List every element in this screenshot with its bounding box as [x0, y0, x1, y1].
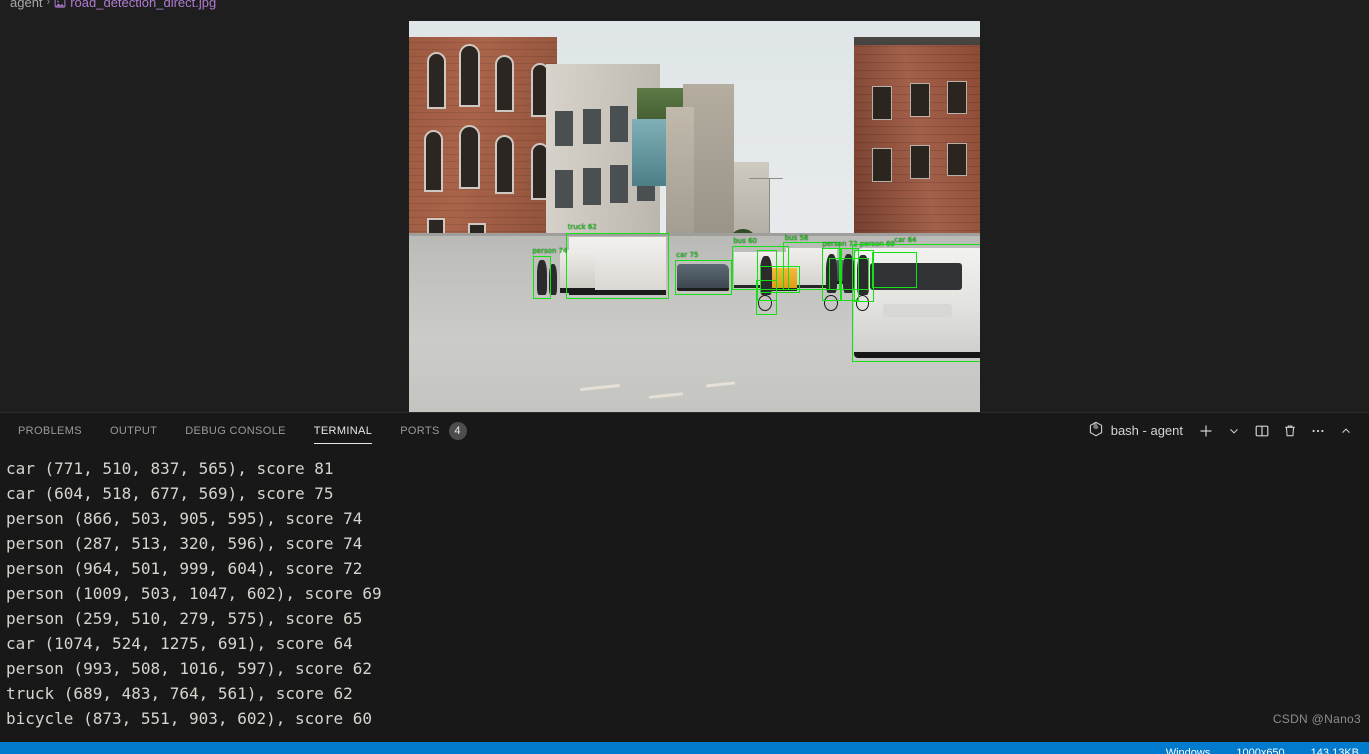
cyclist	[760, 256, 772, 296]
tab-debug-console-label: DEBUG CONSOLE	[185, 424, 286, 437]
detection-label-truck: truck 62	[567, 223, 597, 232]
vscode-window: agent › road_detection_direct.jpg truck …	[0, 0, 1369, 754]
terminal-line: car (604, 518, 677, 569), score 75	[6, 484, 334, 503]
tab-terminal-label: TERMINAL	[313, 424, 373, 437]
split-terminal-button[interactable]	[1249, 418, 1275, 444]
terminal-line: person (964, 501, 999, 604), score 72	[6, 559, 363, 578]
terminal-selector[interactable]: bash - agent	[1088, 421, 1183, 440]
chevron-down-icon	[1227, 424, 1241, 438]
tab-problems-label: PROBLEMS	[18, 424, 82, 437]
status-item-filesize[interactable]: 143.13KB	[1311, 747, 1359, 754]
container-cube-icon	[1088, 421, 1104, 440]
cyclist	[857, 255, 869, 295]
box-truck-cab	[560, 250, 595, 294]
pedestrian	[537, 260, 547, 296]
ellipsis-icon	[1310, 423, 1326, 439]
tab-problems[interactable]: PROBLEMS	[8, 413, 92, 448]
status-item-platform[interactable]: Windows	[1166, 747, 1211, 754]
panel-more-button[interactable]	[1305, 418, 1331, 444]
image-file-icon	[54, 0, 66, 9]
tab-ports[interactable]: PORTS 4	[390, 413, 476, 448]
panel-header: PROBLEMS OUTPUT DEBUG CONSOLE TERMINAL P…	[0, 413, 1369, 448]
terminal-output[interactable]: car (771, 510, 837, 565), score 81 car (…	[0, 448, 1369, 742]
street-lamp-arm	[748, 177, 783, 180]
panel-actions: bash - agent	[1088, 413, 1359, 448]
tab-output[interactable]: OUTPUT	[100, 413, 167, 448]
kill-terminal-button[interactable]	[1277, 418, 1303, 444]
terminal-line: person (1009, 503, 1047, 602), score 69	[6, 584, 382, 603]
white-suv	[854, 248, 980, 359]
breadcrumb-separator-icon: ›	[46, 0, 51, 8]
status-bar: Windows 1000x650 143.13KB	[0, 742, 1369, 754]
terminal-line: person (287, 513, 320, 596), score 74	[6, 534, 363, 553]
chevron-up-icon	[1339, 424, 1353, 438]
panel-tabs: PROBLEMS OUTPUT DEBUG CONSOLE TERMINAL P…	[8, 413, 485, 448]
bicycle-wheel	[824, 295, 838, 312]
trash-icon	[1282, 423, 1298, 439]
split-editor-icon	[1254, 423, 1270, 439]
terminal-line: bicycle (873, 551, 903, 602), score 60	[6, 709, 373, 728]
detection-label-car: car 75	[676, 250, 699, 259]
detection-label-bus: bus 60	[733, 237, 757, 246]
new-terminal-button[interactable]	[1193, 418, 1219, 444]
terminal-selector-label: bash - agent	[1110, 423, 1183, 438]
bottom-panel: PROBLEMS OUTPUT DEBUG CONSOLE TERMINAL P…	[0, 412, 1369, 742]
tab-debug-console[interactable]: DEBUG CONSOLE	[175, 413, 296, 448]
tab-terminal[interactable]: TERMINAL	[304, 413, 382, 448]
plus-icon	[1198, 423, 1214, 439]
tab-output-label: OUTPUT	[109, 424, 158, 437]
detection-label-bus-2: bus 58	[784, 233, 809, 242]
detection-label-person-group: person 72 person 69	[822, 239, 895, 248]
street-scene: truck 62 car 75 bus 60 bus 58 person 74 …	[409, 21, 980, 412]
terminal-dropdown-button[interactable]	[1221, 418, 1247, 444]
watermark: CSDN @Nano3	[1272, 712, 1361, 726]
panel-collapse-button[interactable]	[1333, 418, 1359, 444]
pedestrian	[548, 264, 557, 296]
terminal-line: person (259, 510, 279, 575), score 65	[6, 609, 363, 628]
tab-ports-label: PORTS	[400, 424, 440, 437]
breadcrumb-root[interactable]: agent	[10, 0, 43, 10]
detection-label-person: person 74	[532, 246, 568, 255]
terminal-line: person (993, 508, 1016, 597), score 62	[6, 659, 373, 678]
building-tower-second	[665, 107, 695, 233]
image-preview-editor: truck 62 car 75 bus 60 bus 58 person 74 …	[0, 12, 1369, 412]
status-item-dimensions[interactable]: 1000x650	[1236, 747, 1284, 754]
bicycle-wheel	[855, 295, 870, 312]
breadcrumb-file[interactable]: road_detection_direct.jpg	[70, 0, 216, 10]
car-dark	[677, 264, 729, 292]
ports-badge: 4	[448, 421, 467, 440]
detection-label-car-large: car 64	[894, 235, 917, 244]
detected-image: truck 62 car 75 bus 60 bus 58 person 74 …	[409, 21, 980, 412]
terminal-line: person (866, 503, 905, 595), score 74	[6, 509, 363, 528]
terminal-line: car (771, 510, 837, 565), score 81	[6, 459, 334, 478]
status-bar-items: Windows 1000x650 143.13KB	[1166, 747, 1359, 754]
terminal-line: truck (689, 483, 764, 561), score 62	[6, 684, 353, 703]
cyclist	[842, 254, 855, 294]
terminal-line: car (1074, 524, 1275, 691), score 64	[6, 634, 353, 653]
cyclist	[825, 254, 838, 294]
